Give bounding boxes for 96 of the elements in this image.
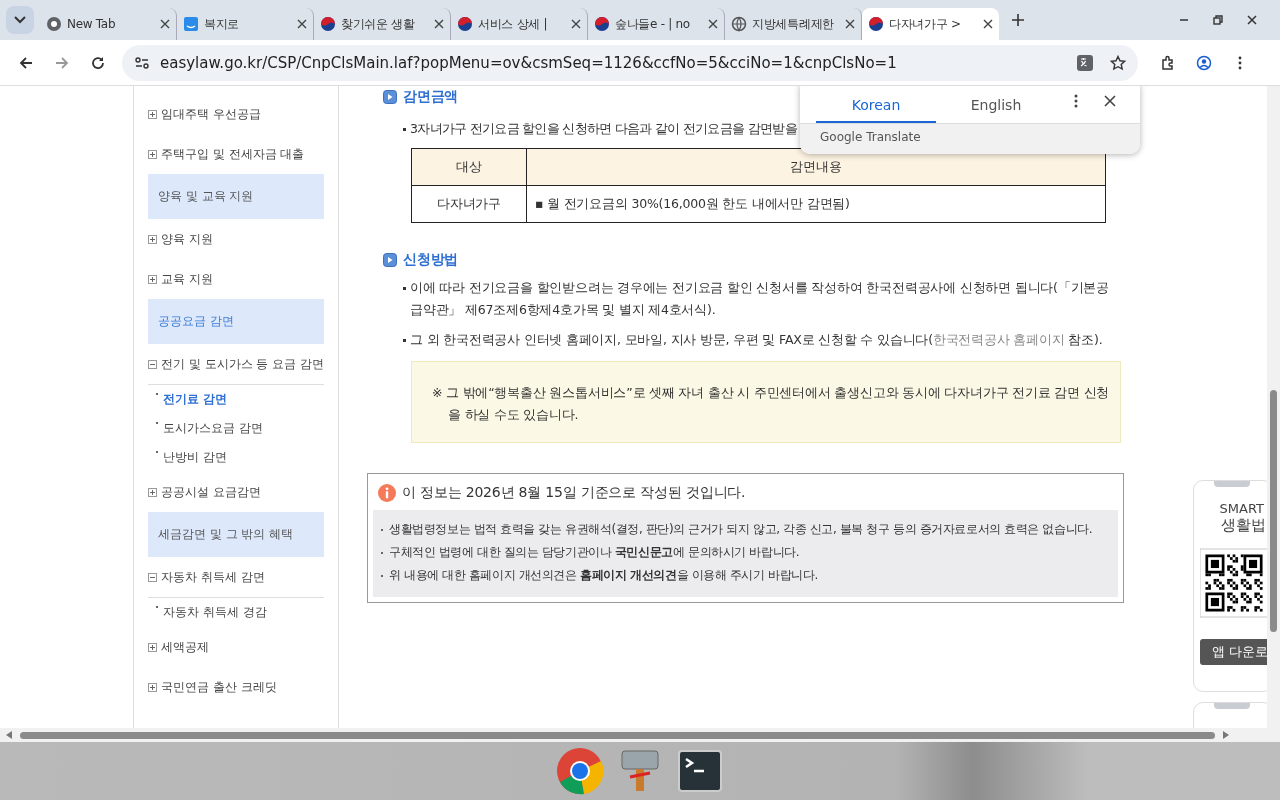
emblem-icon: [868, 16, 884, 32]
tab-title: New Tab: [67, 17, 117, 31]
sidebar-category[interactable]: 세금감면 및 그 밖의 혜택: [148, 512, 324, 557]
table-header-cell: 대상: [411, 148, 527, 186]
sidebar-item[interactable]: 주택구입 및 전세자금 대출: [161, 145, 305, 163]
table-header-cell: 감면내용: [526, 148, 1106, 186]
sidebar-item[interactable]: 세액공제: [161, 638, 209, 656]
body-text: 그 외 한국전력공사 인터넷 홈페이지, 모바일, 지사 방문, 우편 및 FAX로 신청할 수 있습니다(한국전력공사 홈페이지 참조).: [410, 331, 1104, 349]
vertical-scrollbar[interactable]: [1267, 86, 1280, 728]
emblem-icon: [320, 16, 336, 32]
browser-tab[interactable]: 찾기쉬운 생활: [314, 8, 451, 40]
plus-icon[interactable]: [148, 109, 157, 119]
body-text: 이에 따라 전기요금을 할인받으려는 경우에는 전기요금 할인 신청서를 작성하여 한국전력공사에 신청하면 됩니다(「기본공급약관」 제67조제6항제4호가목 및 별지 제4호서식).: [410, 279, 1110, 319]
play-square-icon: [383, 90, 397, 104]
sidebar-subitem[interactable]: 난방비 감면: [163, 449, 227, 466]
app-download-button[interactable]: 앱 다운로: [1200, 639, 1267, 665]
close-window-icon[interactable]: [1246, 14, 1258, 26]
chrome-icon: [46, 16, 62, 32]
sidebar-subitem[interactable]: 도시가스요금 감면: [163, 420, 263, 437]
play-square-icon: [383, 253, 397, 267]
tab-title: 찾기쉬운 생활: [341, 15, 416, 33]
restore-icon[interactable]: [1212, 14, 1224, 26]
url-text: easylaw.go.kr/CSP/CnpClsMain.laf?popMenu=ov&csmSeq=1126&ccfNo=5&cciNo=1&cnpClsNo=1: [160, 53, 897, 72]
chevron-down-icon: [14, 16, 26, 24]
homepage-link[interactable]: 한국전력공사 홈페이지: [932, 332, 1065, 347]
section-heading: 감면금액: [403, 88, 459, 106]
bullet-icon: [403, 128, 406, 131]
new-tab-icon[interactable]: [1011, 13, 1025, 27]
sidebar-subitem[interactable]: 전기료 감면: [163, 391, 228, 408]
note-text: ※ 그 밖에“행복출산 원스톱서비스”로 셋째 자녀 출산 시 주민센터에서 출생신고와 동시에 다자녀가구 전기료 감면 신청을 하실 수도 있습니다.: [432, 384, 1110, 424]
tab-title: 지방세특례제한: [752, 15, 835, 33]
plus-icon[interactable]: [148, 682, 157, 692]
minus-icon[interactable]: [148, 572, 157, 582]
bookmark-star-icon[interactable]: [1110, 54, 1126, 71]
chrome-icon[interactable]: [556, 747, 604, 795]
browser-tab[interactable]: 서비스 상세 |: [451, 8, 588, 40]
sidebar-item[interactable]: 자동차 취득세 감면: [161, 568, 265, 586]
disclaimer-text: 구체적인 법령에 대한 질의는 담당기관이나 국민신문고에 문의하시기 바랍니다.: [389, 544, 800, 561]
table-cell: 다자녀가구: [411, 185, 527, 223]
browser-tab[interactable]: 복지로: [177, 8, 314, 40]
address-bar[interactable]: easylaw.go.kr/CSP/CnpClsMain.laf?popMenu=ov&csmSeq=1126&ccfNo=5&cciNo=1&cnpClsNo=1: [122, 44, 1138, 81]
tab-title: 서비스 상세 |: [478, 15, 549, 33]
translate-icon[interactable]: [1076, 53, 1094, 72]
sidebar-category[interactable]: 공공요금 감면: [148, 299, 324, 344]
disclaimer-text: 위 내용에 대한 홈페이지 개선의견은 홈페이지 개선의견을 이용해 주시기 바랍니다.: [389, 567, 818, 584]
sidebar-item[interactable]: 국민연금 출산 크레딧: [161, 678, 277, 696]
section-heading: 신청방법: [403, 251, 459, 269]
browser-tab[interactable]: 다자녀가구 >: [862, 8, 999, 40]
table-cell: ▪ 월 전기요금의 30%(16,000원 한도 내에서만 감면됨): [526, 185, 1106, 223]
tab-title: 숲나들e - | no: [615, 15, 691, 33]
globe-icon: [731, 16, 747, 32]
banner-title: SMART: [1218, 501, 1264, 516]
horizontal-scrollbar[interactable]: [0, 728, 1280, 742]
google-translate-label: Google Translate: [820, 130, 921, 144]
minus-icon[interactable]: [148, 359, 157, 369]
scroll-right-icon[interactable]: [1223, 731, 1229, 739]
body-text: 3자녀가구 전기요금 할인을 신청하면 다음과 같이 전기요금을 감면받을: [410, 120, 797, 138]
bullet-icon: [403, 339, 406, 342]
bullet-icon: [403, 287, 406, 290]
sidebar-item[interactable]: 양육 지원: [161, 230, 213, 248]
phone-notch-icon: [1214, 481, 1250, 487]
close-icon[interactable]: [1102, 92, 1118, 109]
plus-icon[interactable]: [148, 642, 157, 652]
browser-tab[interactable]: New Tab: [40, 8, 177, 40]
close-icon[interactable]: [160, 19, 170, 29]
plus-icon[interactable]: [148, 234, 157, 244]
close-icon[interactable]: [571, 19, 581, 29]
tab-title: 다자녀가구 >: [889, 15, 962, 33]
plus-icon[interactable]: [148, 149, 157, 159]
sidebar-item[interactable]: 전기 및 도시가스 등 요금 감면: [161, 355, 325, 373]
language-tab[interactable]: English: [936, 89, 1056, 123]
sidebar-item[interactable]: 임대주택 우선공급: [161, 105, 261, 123]
tab-search-button[interactable]: [6, 6, 34, 34]
sidebar-subitem[interactable]: 자동차 취득세 경감: [163, 604, 267, 621]
tab-title: 복지로: [204, 15, 241, 33]
scroll-left-icon[interactable]: [6, 731, 12, 739]
info-title: 이 정보는 2026년 8월 15일 기준으로 작성된 것입니다.: [402, 484, 746, 502]
close-icon[interactable]: [845, 19, 855, 29]
site-settings-icon[interactable]: [134, 54, 150, 71]
disclaimer-text: 생활법령정보는 법적 효력을 갖는 유권해석(결정, 판단)의 근거가 되지 않고, 각종 신고, 불복 청구 등의 증거자료로서의 효력은 없습니다.: [389, 521, 1093, 538]
sidebar-item[interactable]: 공공시설 요금감면: [161, 483, 261, 501]
info-icon: [378, 484, 396, 502]
sidebar-item[interactable]: 교육 지원: [161, 270, 213, 288]
emblem-icon: [594, 16, 610, 32]
browser-tab[interactable]: 숲나들e - | no: [588, 8, 725, 40]
banner-subtitle: 생활법: [1220, 516, 1266, 535]
emblem-icon: [457, 16, 473, 32]
app-icon: [183, 16, 199, 32]
sidebar-category[interactable]: 양육 및 교육 지원: [148, 174, 324, 219]
close-icon[interactable]: [434, 19, 444, 29]
close-icon[interactable]: [983, 19, 993, 29]
plus-icon[interactable]: [148, 274, 157, 284]
close-icon[interactable]: [708, 19, 718, 29]
close-icon[interactable]: [297, 19, 307, 29]
plus-icon[interactable]: [148, 487, 157, 497]
terminal-icon[interactable]: [676, 747, 724, 795]
